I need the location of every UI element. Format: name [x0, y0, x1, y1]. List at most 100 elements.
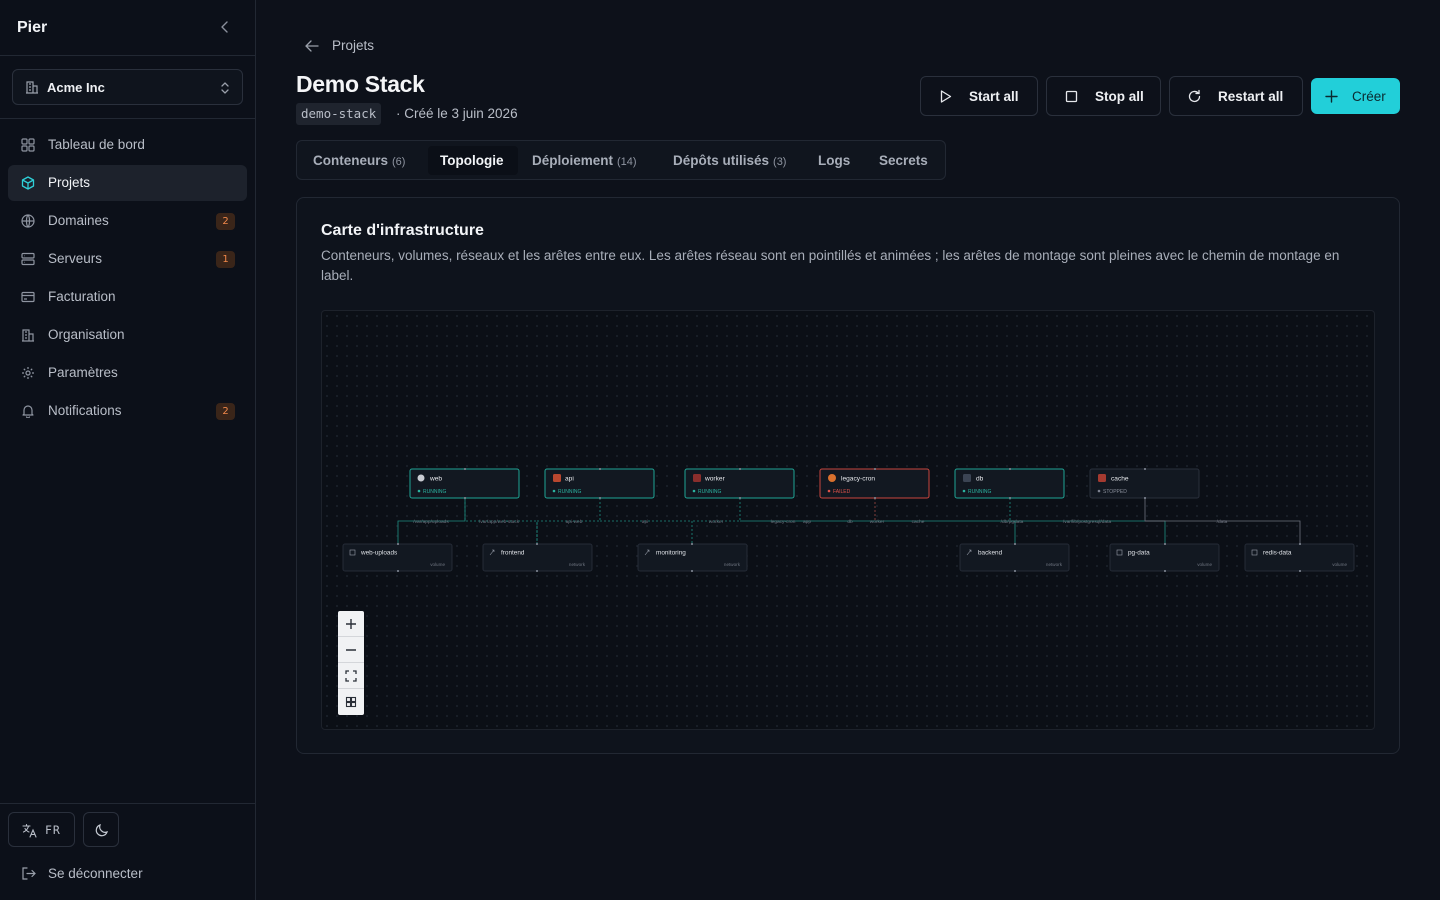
resource-kind: network [724, 562, 741, 567]
zoom-out-button[interactable] [338, 637, 364, 663]
zoom-in-button[interactable] [338, 611, 364, 637]
sidebar-item-label: Organisation [48, 327, 125, 342]
sidebar-item-serveurs[interactable]: Serveurs 1 [8, 241, 247, 277]
resource-kind: volume [1197, 562, 1212, 567]
tab-text: Secrets [879, 153, 928, 168]
start-all-label: Start all [969, 89, 1019, 104]
resource-node-web-uploads[interactable]: web-uploads volume [342, 543, 453, 572]
count-badge: 2 [216, 403, 235, 420]
sidebar-item-label: Notifications [48, 403, 122, 418]
sidebar-item-facturation[interactable]: Facturation [8, 279, 247, 315]
tab-logs[interactable]: Logs [809, 146, 855, 175]
collapse-sidebar-icon[interactable] [216, 18, 234, 36]
back-arrow-icon[interactable] [303, 37, 321, 55]
resource-node-redis-data[interactable]: redis-data volume [1244, 543, 1355, 572]
tab-text: Logs [818, 153, 851, 168]
sidebar-item-parametres[interactable]: Paramètres [8, 355, 247, 391]
brand-logo: Pier [17, 19, 48, 36]
tab-text: Dépôts utilisés [673, 153, 770, 168]
toggle-minimap-button[interactable] [338, 689, 364, 715]
tab-secrets[interactable]: Secrets [870, 146, 934, 175]
plus-icon [346, 619, 356, 629]
container-status: FAILED [833, 489, 851, 495]
resource-node-monitoring[interactable]: monitoring network [637, 543, 748, 572]
infrastructure-map-card: Carte d'infrastructure Conteneurs, volum… [296, 197, 1400, 754]
edge-label: api-web [566, 519, 583, 525]
tab-count: (14) [617, 156, 637, 168]
tab-label: Conteneurs (6) [313, 153, 405, 168]
building-icon [21, 328, 35, 342]
tab-label: Topologie [440, 153, 504, 168]
sidebar-item-notifications[interactable]: Notifications 2 [8, 393, 247, 429]
container-node-db[interactable]: db RUNNING [954, 468, 1065, 499]
sidebar-item-tableau-de-bord[interactable]: Tableau de bord [8, 127, 247, 163]
tab-text: Conteneurs [313, 153, 389, 168]
resource-name: backend [978, 550, 1003, 557]
edge-label: worker [709, 519, 724, 525]
breadcrumb[interactable]: Projets [332, 38, 374, 53]
container-name: legacy-cron [841, 476, 875, 483]
sidebar-item-organisation[interactable]: Organisation [8, 317, 247, 353]
container-node-api[interactable]: api RUNNING [544, 468, 655, 499]
stop-all-button[interactable]: Stop all [1046, 76, 1161, 116]
topology-graph: /var/app/uploads /var/app/web-stack api-… [342, 468, 1355, 572]
resource-kind: volume [430, 562, 445, 567]
container-name: api [565, 476, 574, 483]
org-switcher[interactable]: Acme Inc [12, 69, 243, 105]
theme-toggle[interactable] [83, 812, 119, 847]
divider [0, 118, 255, 119]
sidebar-item-domaines[interactable]: Domaines 2 [8, 203, 247, 239]
sidebar-item-label: Facturation [48, 289, 116, 304]
container-node-web[interactable]: web RUNNING [409, 468, 520, 499]
sidebar-item-label: Serveurs [48, 251, 103, 266]
container-node-worker[interactable]: worker RUNNING [684, 468, 795, 499]
create-button[interactable]: Créer [1311, 78, 1400, 114]
container-node-legacy-cron[interactable]: legacy-cron FAILED [819, 468, 930, 499]
logout-button[interactable]: Se déconnecter [8, 857, 247, 891]
service-icon [417, 474, 425, 482]
fit-view-icon [345, 670, 357, 682]
resource-node-pg-data[interactable]: pg-data volume [1109, 543, 1220, 572]
grid-icon [345, 696, 357, 708]
container-status: RUNNING [968, 489, 991, 495]
sidebar-item-projets[interactable]: Projets [8, 165, 247, 201]
divider [0, 55, 255, 56]
container-name: web [429, 476, 442, 483]
globe-icon [21, 214, 35, 228]
resource-node-backend[interactable]: backend network [959, 543, 1070, 572]
container-status: RUNNING [423, 489, 446, 495]
restart-all-label: Restart all [1218, 89, 1284, 104]
edge-label: /db/pgdata [1001, 519, 1024, 525]
edge-label: /var/lib/postgresql/data [1063, 519, 1112, 525]
tab-text: Déploiement [532, 153, 614, 168]
restart-icon [1187, 89, 1202, 104]
container-node-cache[interactable]: cache STOPPED [1089, 468, 1200, 499]
edge-label: db [847, 519, 853, 525]
chevron-up-down-icon [218, 79, 232, 97]
sidebar-item-label: Paramètres [48, 365, 118, 380]
building-icon [24, 79, 40, 95]
page-title: Demo Stack [296, 71, 425, 97]
container-name: cache [1111, 476, 1129, 483]
tab-bar: Conteneurs (6) Topologie Déploiement (14) … [296, 140, 946, 180]
language-toggle[interactable]: FR [8, 812, 75, 847]
edge-label: worker [870, 519, 885, 525]
tab-depots-utilises[interactable]: Dépôts utilisés (3) [664, 146, 794, 175]
sidebar-item-label: Tableau de bord [48, 137, 145, 152]
resource-node-frontend[interactable]: frontend network [482, 543, 593, 572]
tab-deploiement[interactable]: Déploiement (14) [523, 146, 653, 175]
tab-topologie[interactable]: Topologie [428, 146, 518, 175]
project-slug: demo-stack [296, 103, 382, 125]
logout-label: Se déconnecter [48, 866, 143, 881]
gear-icon [21, 366, 35, 380]
moon-icon [94, 822, 110, 838]
tab-conteneurs[interactable]: Conteneurs (6) [303, 146, 423, 175]
fit-view-button[interactable] [338, 663, 364, 689]
start-all-button[interactable]: Start all [920, 76, 1038, 116]
restart-all-button[interactable]: Restart all [1169, 76, 1303, 116]
sidebar-item-label: Projets [48, 175, 91, 190]
topology-canvas[interactable]: /var/app/uploads /var/app/web-stack api-… [321, 310, 1375, 730]
resource-name: web-uploads [360, 550, 397, 557]
container-status: RUNNING [698, 489, 721, 495]
resource-name: monitoring [656, 550, 686, 557]
